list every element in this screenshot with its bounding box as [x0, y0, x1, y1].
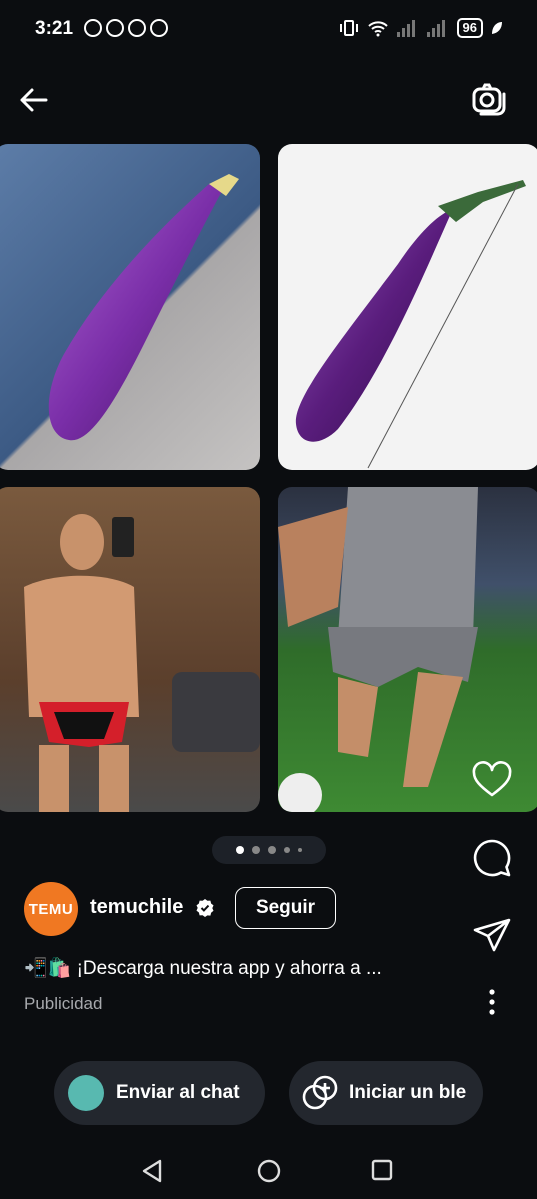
system-status: 96 — [339, 18, 503, 38]
notification-icons — [84, 19, 168, 37]
camera-icon[interactable] — [469, 80, 509, 120]
account-username[interactable]: temuchile — [90, 896, 183, 919]
more-options-icon[interactable] — [482, 986, 502, 1018]
battery-indicator: 96 — [456, 18, 483, 38]
carousel-dots — [212, 836, 326, 864]
carousel-dot — [252, 846, 260, 854]
back-arrow-icon[interactable] — [16, 80, 56, 120]
carousel-dot — [268, 846, 276, 854]
chat-avatar — [68, 1075, 104, 1111]
nav-back-triangle-icon[interactable] — [140, 1158, 166, 1184]
leaf-icon — [492, 22, 502, 34]
blend-add-icon — [302, 1075, 338, 1110]
send-to-chat-label: Enviar al chat — [116, 1082, 240, 1103]
avatar[interactable]: TEMU — [24, 882, 78, 936]
eye-icon — [84, 19, 102, 37]
product-image-eggplant-measured[interactable] — [278, 144, 537, 470]
start-blend-label: Iniciar un ble — [349, 1082, 467, 1103]
signal-icon-2 — [426, 19, 449, 37]
start-blend-button[interactable]: Iniciar un ble — [289, 1061, 483, 1125]
follow-button[interactable]: Seguir — [235, 887, 336, 929]
comment-bubble-icon[interactable] — [470, 836, 514, 880]
nav-recents-square-icon[interactable] — [370, 1158, 394, 1182]
nav-home-circle-icon[interactable] — [256, 1158, 282, 1184]
carousel-dot — [236, 846, 244, 854]
send-to-chat-button[interactable]: Enviar al chat — [54, 1061, 265, 1125]
ad-image-grid[interactable] — [0, 144, 537, 814]
verified-badge-icon — [196, 899, 214, 917]
like-heart-icon[interactable] — [470, 759, 514, 803]
sponsored-label: Publicidad — [24, 994, 103, 1013]
share-send-icon[interactable] — [470, 914, 514, 958]
carousel-dot — [298, 848, 302, 852]
product-image-eggplant-cloth[interactable] — [0, 144, 260, 470]
system-nav-bar — [0, 1140, 537, 1199]
carousel-dot — [284, 847, 290, 853]
status-time: 3:21 — [35, 18, 74, 39]
status-bar: 3:21 96 — [0, 0, 537, 60]
product-image-swimwear-model[interactable] — [0, 487, 260, 812]
whatsapp-icon — [106, 19, 124, 37]
post-caption[interactable]: 📲🛍️ ¡Descarga nuestra app y ahorra a ... — [24, 956, 382, 980]
vibrate-icon — [339, 20, 358, 36]
top-bar — [0, 70, 537, 126]
signal-icon — [396, 19, 419, 37]
whatsapp-icon-2 — [128, 19, 146, 37]
wifi-icon — [367, 21, 388, 37]
voicemail-icon — [150, 19, 168, 37]
